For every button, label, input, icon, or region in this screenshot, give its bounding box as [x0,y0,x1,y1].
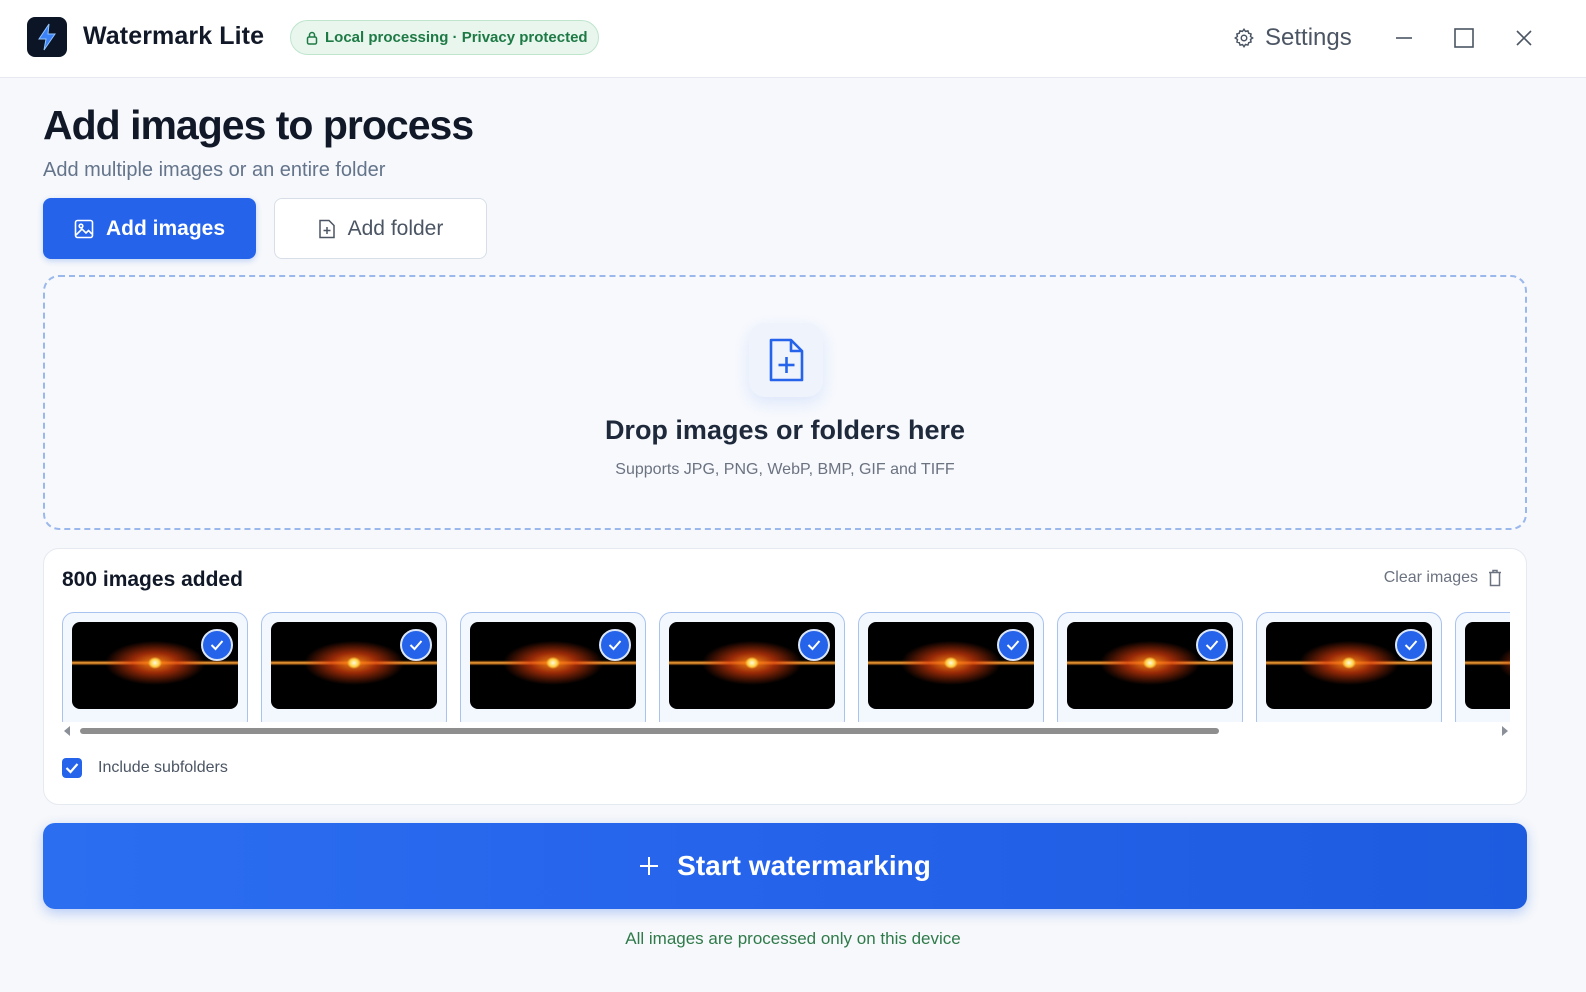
selected-check-icon[interactable] [997,629,1029,661]
image-thumbnail[interactable] [1455,612,1510,722]
include-subfolders-row[interactable]: Include subfolders [62,758,228,778]
app-title: Watermark Lite [83,22,265,50]
privacy-badge-label: Local processing · Privacy protected [325,29,588,46]
image-thumbnail[interactable] [460,612,646,722]
start-watermarking-label: Start watermarking [677,850,931,881]
trash-icon [1489,569,1501,587]
lock-icon [306,31,318,45]
plus-icon [640,857,659,875]
drop-zone-icon-wrap [749,323,823,397]
file-plus-icon [318,219,335,238]
start-watermarking-button[interactable]: Start watermarking [43,823,1527,909]
image-thumbnail[interactable] [858,612,1044,722]
check-icon [65,763,79,774]
clear-images-label: Clear images [1383,569,1478,586]
selected-check-icon[interactable] [400,629,432,661]
settings-button[interactable]: Settings [1233,20,1352,56]
image-thumbnail[interactable] [1256,612,1442,722]
selected-check-icon[interactable] [1196,629,1228,661]
page-title: Add images to process [43,102,474,148]
images-panel: 800 images added Clear images Include su… [43,548,1527,805]
minimize-button[interactable] [1386,20,1422,56]
drop-zone-hint: Supports JPG, PNG, WebP, BMP, GIF and TI… [615,461,955,478]
selected-check-icon[interactable] [201,629,233,661]
add-folder-label: Add folder [347,216,444,240]
footer-note: All images are processed only on this de… [625,929,961,948]
thumbnail-image [1465,622,1510,709]
maximize-icon [1454,28,1474,48]
maximize-button[interactable] [1446,20,1482,56]
lightning-bolt-icon [27,17,67,57]
page-subtitle: Add multiple images or an entire folder [43,159,386,181]
image-thumbnail[interactable] [1057,612,1243,722]
privacy-badge: Local processing · Privacy protected [290,20,599,55]
close-icon [1516,30,1532,46]
selected-check-icon[interactable] [1395,629,1427,661]
drop-zone[interactable]: Drop images or folders here Supports JPG… [43,275,1527,530]
add-images-button[interactable]: Add images [43,198,256,259]
selected-check-icon[interactable] [798,629,830,661]
images-count: 800 images added [62,568,243,591]
gear-icon [1234,28,1254,49]
close-button[interactable] [1506,20,1542,56]
scroll-left-icon[interactable] [64,726,70,736]
add-images-label: Add images [105,216,226,240]
settings-label: Settings [1265,24,1352,51]
selected-check-icon[interactable] [599,629,631,661]
scrollbar-thumb[interactable] [80,728,1219,734]
clear-images-button[interactable]: Clear images [1384,569,1502,587]
scroll-right-icon[interactable] [1502,726,1508,736]
title-bar: Watermark Lite Local processing · Privac… [0,0,1586,78]
file-plus-icon [769,338,804,382]
image-thumbnail[interactable] [659,612,845,722]
image-thumbnail[interactable] [261,612,447,722]
include-subfolders-label: Include subfolders [98,759,228,776]
image-thumbnail[interactable] [62,612,248,722]
include-subfolders-checkbox[interactable] [62,758,82,778]
minimize-icon [1396,37,1412,39]
thumbnail-strip[interactable] [62,612,1510,722]
horizontal-scrollbar[interactable] [62,725,1510,737]
image-icon [74,219,94,238]
add-folder-button[interactable]: Add folder [274,198,487,259]
drop-zone-title: Drop images or folders here [604,415,966,445]
